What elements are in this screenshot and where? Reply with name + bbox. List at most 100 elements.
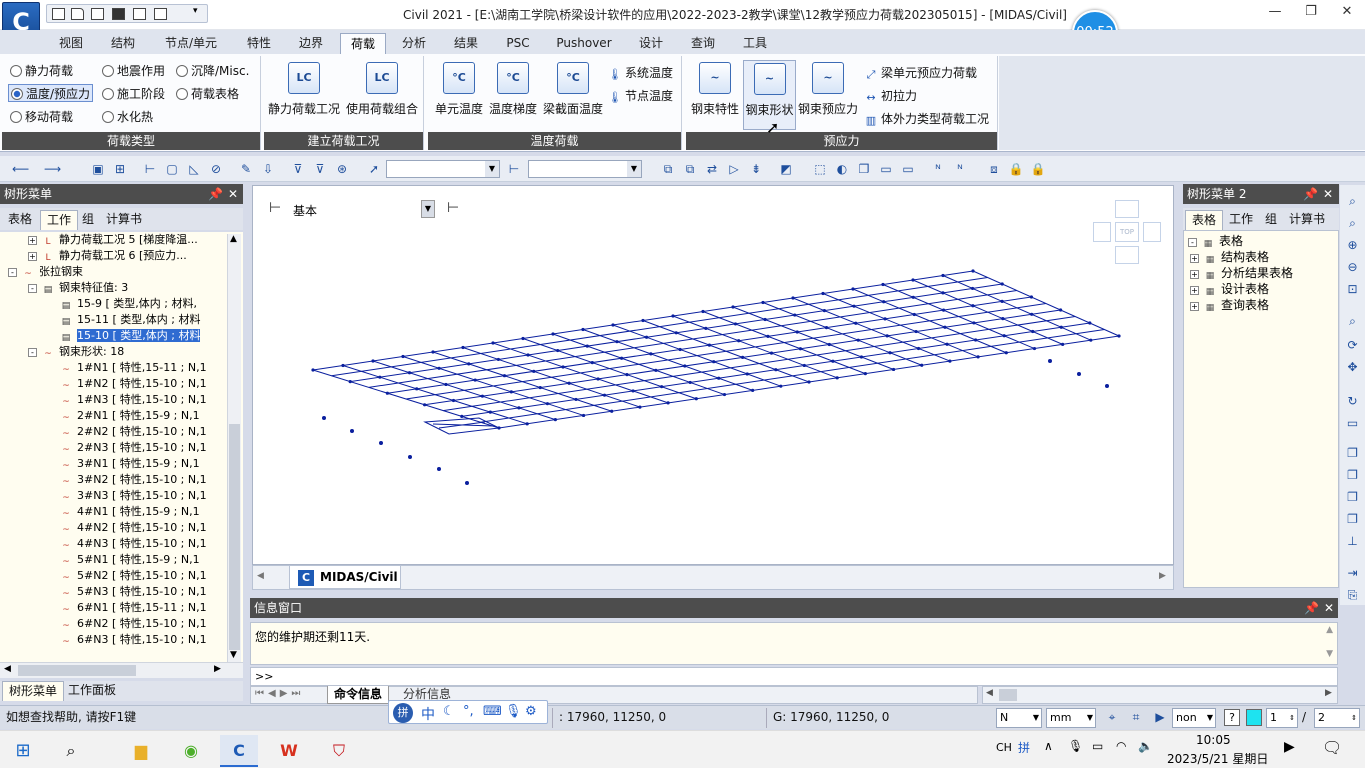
node-number-icon[interactable]: ᴺ	[930, 161, 946, 177]
node-icon[interactable]: ᴺ	[952, 161, 968, 177]
battery-icon[interactable]: ▭	[1092, 739, 1103, 753]
zoom-window-icon[interactable]: ⌕	[1344, 215, 1361, 232]
pdf-icon[interactable]: ⛉	[320, 735, 358, 767]
initial-force-button[interactable]: ↔ 初拉力	[864, 87, 917, 105]
shade-icon[interactable]: ◐	[834, 161, 850, 177]
collapse-icon[interactable]: -	[8, 268, 17, 277]
scroll-thumb[interactable]	[229, 424, 240, 650]
table-tree-item[interactable]: + ▦ 设计表格	[1190, 281, 1269, 297]
export-icon[interactable]: ⇥	[1344, 565, 1361, 582]
side-view-icon[interactable]: ❐	[1344, 467, 1361, 484]
color-swatch[interactable]	[1246, 709, 1262, 726]
tree-item[interactable]: ~2#N2 [ 特性,15-10 ; N,1	[58, 424, 206, 440]
windows-start-icon[interactable]: ⊞	[4, 735, 42, 767]
clock-date[interactable]: 2023/5/21 星期日	[1167, 750, 1268, 767]
chevron-down-icon[interactable]: ▼	[627, 161, 641, 177]
tendon-prestress-button[interactable]: ~ 钢束预应力	[796, 60, 860, 130]
open-file-icon[interactable]	[71, 8, 84, 20]
lock-icon[interactable]: 🔒	[1008, 161, 1024, 177]
redo-icon[interactable]: ⟶	[44, 161, 61, 177]
tab-tree-menu[interactable]: 树形菜单	[2, 681, 65, 701]
expand-icon[interactable]: +	[28, 236, 37, 245]
expand-icon[interactable]: +	[1190, 270, 1199, 279]
filter-icon[interactable]: ⊽	[290, 161, 306, 177]
browser-icon[interactable]: ◉	[172, 735, 210, 767]
document-tab[interactable]: C MIDAS/Civil	[289, 566, 401, 589]
scroll-down-icon[interactable]: ▼	[230, 650, 237, 660]
tree-item[interactable]: + L 静力荷载工况 6 [预应力...	[28, 248, 187, 264]
beam-prestress-load-button[interactable]: ⤢ 梁单元预应力荷载	[864, 64, 977, 82]
tab-tables[interactable]: 表格	[1185, 210, 1224, 230]
scroll-left-icon[interactable]: ◀	[4, 664, 11, 674]
tree-icon[interactable]: ⊞	[112, 161, 128, 177]
close-icon[interactable]: ✕	[1324, 598, 1334, 618]
scroll-thumb[interactable]	[999, 689, 1017, 701]
restore-button[interactable]: ❐	[1296, 4, 1326, 24]
activate-icon[interactable]: ⊛	[334, 161, 350, 177]
pin-icon[interactable]: 📌	[1303, 184, 1318, 204]
collapse-icon[interactable]: -	[28, 284, 37, 293]
ime-mic-icon[interactable]: 🎙	[505, 704, 522, 719]
close-icon[interactable]: ✕	[1323, 184, 1333, 204]
tab-group[interactable]: 组	[76, 210, 100, 230]
table-tree-item[interactable]: + ▦ 查询表格	[1190, 297, 1269, 313]
tab-tables[interactable]: 表格	[2, 210, 38, 230]
scroll-thumb[interactable]	[18, 665, 136, 676]
print-icon[interactable]	[133, 8, 146, 20]
tab-report[interactable]: 计算书	[1283, 210, 1331, 230]
tree-item[interactable]: ~2#N3 [ 特性,15-10 ; N,1	[58, 440, 206, 456]
render-icon[interactable]: ◩	[778, 161, 794, 177]
preview-icon[interactable]	[154, 8, 167, 20]
window-select-icon[interactable]: ▢	[164, 161, 180, 177]
pick-icon[interactable]: ⊢	[506, 161, 522, 177]
tree-item[interactable]: ~5#N3 [ 特性,15-10 ; N,1	[58, 584, 206, 600]
tree-item[interactable]: ~6#N3 [ 特性,15-10 ; N,1	[58, 632, 206, 648]
use-load-combination-button[interactable]: LC 使用荷载组合	[344, 60, 420, 130]
scroll-left-icon[interactable]: ◀	[986, 688, 993, 698]
tree-item[interactable]: ~5#N1 [ 特性,15-9 ; N,1	[58, 552, 199, 568]
tree-item[interactable]: ~5#N2 [ 特性,15-10 ; N,1	[58, 568, 206, 584]
expand-icon[interactable]: +	[1190, 286, 1199, 295]
tab-works[interactable]: 工作	[1223, 210, 1259, 230]
microphone-icon[interactable]: 🎙	[1068, 739, 1083, 753]
chevron-down-icon[interactable]: ▼	[485, 161, 499, 177]
pan-icon[interactable]: ✥	[1344, 359, 1361, 376]
tab-nav-icon[interactable]: ⏮◀▶⏭	[255, 688, 304, 699]
top-view-icon[interactable]: ❐	[1344, 489, 1361, 506]
bridge-mesh[interactable]	[253, 186, 1173, 564]
tab-group[interactable]: 组	[1259, 210, 1283, 230]
zoom-in-icon[interactable]: ⊕	[1344, 237, 1361, 254]
length-unit-select[interactable]: mm ▼	[1046, 708, 1096, 728]
wps-icon[interactable]: W	[270, 735, 308, 767]
tab-psc[interactable]: PSC	[497, 33, 539, 54]
monitor-icon[interactable]: ▭	[878, 161, 894, 177]
scroll-left-icon[interactable]: ◀	[257, 571, 264, 581]
page-total-spinner[interactable]: 2 ⇕	[1314, 708, 1360, 728]
unlock-icon[interactable]: 🔒	[1030, 161, 1046, 177]
scroll-down-icon[interactable]: ▼	[1326, 649, 1333, 659]
zoom-all-icon[interactable]: ⊡	[1344, 281, 1361, 298]
ime-tray-icon[interactable]: 拼	[1018, 739, 1030, 756]
polygon-select-icon[interactable]: ◺	[186, 161, 202, 177]
element-temperature-button[interactable]: °C 单元温度	[432, 60, 486, 130]
hidden-icon[interactable]: ⧈	[986, 161, 1002, 177]
tab-tools[interactable]: 工具	[734, 33, 776, 54]
tree-item[interactable]: ▤ 15-11 [ 类型,体内 ; 材料	[58, 312, 201, 328]
open-recent-icon[interactable]	[91, 8, 104, 20]
refresh-icon[interactable]: ↻	[1344, 393, 1361, 410]
pin-icon[interactable]: 📌	[208, 184, 223, 204]
desktop-icon[interactable]: ▶	[1284, 739, 1295, 755]
rotate-icon[interactable]: ⟳	[1344, 337, 1361, 354]
tab-design[interactable]: 设计	[630, 33, 672, 54]
tree-vertical-scrollbar[interactable]: ▲ ▼	[227, 234, 241, 664]
load-icon[interactable]: ⇟	[748, 161, 764, 177]
temperature-gradient-button[interactable]: °C 温度梯度	[486, 60, 540, 130]
tree-item[interactable]: ~4#N1 [ 特性,15-9 ; N,1	[58, 504, 199, 520]
ime-toolbar[interactable]: 拼 中 ☾ °, ⌨ 🎙 ⚙	[388, 700, 548, 724]
zoom-out-icon[interactable]: ⊖	[1344, 259, 1361, 276]
display-icon[interactable]: ⧉	[660, 161, 676, 177]
scroll-up-icon[interactable]: ▲	[230, 234, 237, 244]
zoom-fit-icon[interactable]: ⌕	[1344, 193, 1361, 210]
node-temperature-button[interactable]: 🌡 节点温度	[608, 87, 673, 105]
chevron-up-icon[interactable]: ∧	[1044, 739, 1053, 753]
